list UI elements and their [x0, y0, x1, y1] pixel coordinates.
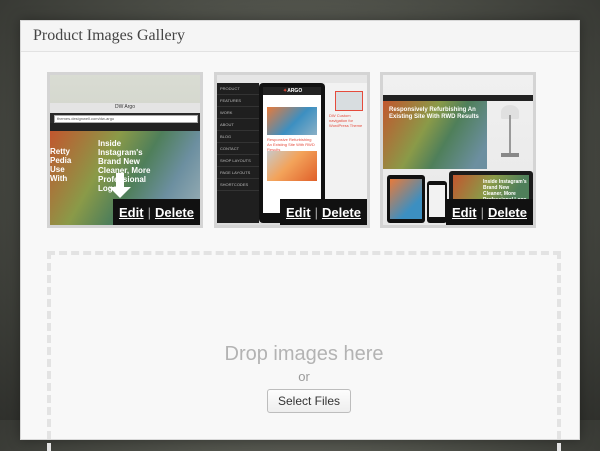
image-gallery: DW Argo themes.designwell.com/dw-argo In… [47, 72, 547, 228]
tablet-screen [390, 179, 422, 219]
select-files-button[interactable]: Select Files [267, 389, 351, 413]
browser-title: DW Argo [114, 104, 135, 110]
browser-url-bar: themes.designwell.com/dw-argo [54, 115, 198, 123]
phone-screen [429, 185, 445, 217]
edit-link[interactable]: Edit [119, 205, 144, 220]
delete-link[interactable]: Delete [322, 205, 361, 220]
edit-link[interactable]: Edit [286, 205, 311, 220]
menu-item: FEATURES [217, 95, 259, 107]
drop-zone[interactable]: Drop images here or Select Files [47, 251, 561, 451]
hero-side-text: Retty Pedia Use With [50, 147, 72, 183]
edit-link[interactable]: Edit [452, 205, 477, 220]
post-caption: Responsive Refurbishing An Existing Site… [267, 137, 315, 152]
panel-header: Product Images Gallery [21, 21, 579, 52]
menu-item: SHOP LAYOUTS [217, 155, 259, 167]
menu-item: BLOG [217, 131, 259, 143]
separator: | [480, 204, 484, 220]
gallery-image-2: PRODUCT FEATURES WORK ABOUT BLOG CONTACT… [214, 72, 370, 228]
site-nav-strip [50, 123, 200, 131]
image-actions: Edit | Delete [446, 199, 533, 225]
browser-url: themes.designwell.com/dw-argo [57, 116, 115, 121]
panel-title: Product Images Gallery [33, 27, 185, 44]
delete-link[interactable]: Delete [155, 205, 194, 220]
menu-item: SHORTCODES [217, 179, 259, 191]
menu-item: PRODUCT [217, 83, 259, 95]
mobile-menu: PRODUCT FEATURES WORK ABOUT BLOG CONTACT… [217, 83, 259, 223]
gallery-image-1: DW Argo themes.designwell.com/dw-argo In… [47, 72, 203, 228]
post-image [267, 107, 317, 135]
image-actions: Edit | Delete [280, 199, 367, 225]
down-arrowhead-icon [109, 187, 131, 198]
post-image-secondary [267, 151, 317, 181]
delete-link[interactable]: Delete [488, 205, 527, 220]
drop-zone-title: Drop images here [224, 343, 384, 365]
menu-item: WORK [217, 107, 259, 119]
feature-image [335, 91, 363, 111]
browser-titlebar: DW Argo [50, 103, 200, 113]
lamp-image [493, 105, 527, 161]
menu-item: CONTACT [217, 143, 259, 155]
menu-item: PAGE LAYOUTS [217, 167, 259, 179]
gallery-image-3: Responsively Refurbishing An Existing Si… [380, 72, 536, 228]
image-actions: Edit | Delete [113, 199, 200, 225]
argo-logo: ARGO [283, 88, 302, 94]
drop-zone-or: or [298, 369, 310, 384]
separator: | [314, 204, 318, 220]
feature-caption: DW Custom navigation for WordPress Theme [329, 113, 363, 128]
separator: | [147, 204, 151, 220]
hero-headline: Responsively Refurbishing An Existing Si… [389, 107, 479, 120]
hero-headline: Inside Instagram's Brand New Cleaner, Mo… [98, 139, 151, 193]
menu-item: ABOUT [217, 119, 259, 131]
